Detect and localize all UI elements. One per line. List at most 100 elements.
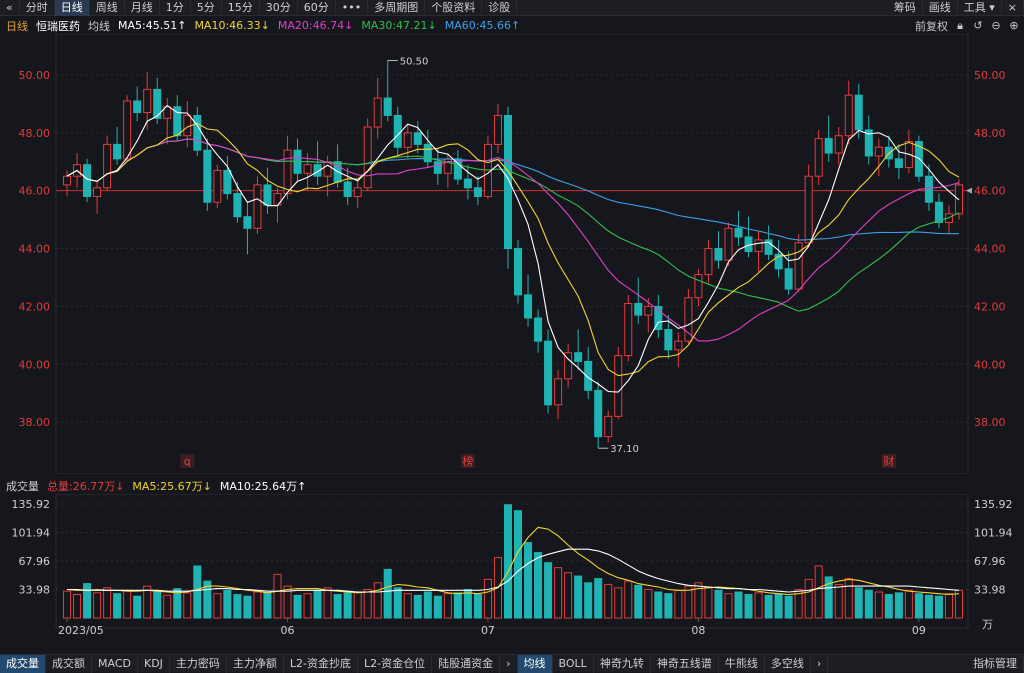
volume-bar <box>584 582 593 619</box>
volume-bar <box>554 567 563 619</box>
tab-long-short[interactable]: 多空线 <box>765 654 811 673</box>
candle-body <box>524 294 533 319</box>
volume-bar <box>243 595 252 619</box>
volume-bar <box>63 590 72 619</box>
candle-body <box>393 114 402 148</box>
candle-body <box>624 303 633 357</box>
volume-bar <box>483 578 492 619</box>
tab-5min[interactable]: 5分 <box>191 0 222 16</box>
undo-icon[interactable]: ↺ <box>972 19 984 32</box>
event-marker: 榜 <box>462 454 473 468</box>
date-label: 09 <box>912 624 926 637</box>
candle-body <box>824 138 833 154</box>
candlestick-chart[interactable]: 50.00 50.00 48.00 48.00 46.00 46.00 44.00 44.00… <box>0 34 1024 474</box>
period-label: 日线 <box>6 19 28 33</box>
candle-body <box>924 175 933 203</box>
ma-label[interactable]: 均线 <box>88 18 110 34</box>
candle-body <box>243 216 252 229</box>
tab-macd[interactable]: MACD <box>92 654 138 673</box>
candle-body <box>93 187 102 197</box>
chips-button[interactable]: 筹码 <box>888 0 923 16</box>
back-button[interactable]: « <box>0 0 20 16</box>
diagnose-button[interactable]: 诊股 <box>482 0 518 16</box>
ma10-value: MA10:46.33↓ <box>194 19 270 32</box>
tabs-more-icon[interactable]: › <box>811 654 829 673</box>
tab-intraday[interactable]: 分时 <box>20 0 55 16</box>
volume-bar <box>113 593 122 619</box>
volume-bar <box>814 565 823 619</box>
indicator-tabs: 成交量 成交额 MACD KDJ 主力密码 主力净额 L2-资金抄底 L2-资金… <box>0 654 1024 673</box>
multi-period-button[interactable]: 多周期图 <box>368 0 426 16</box>
candle-body <box>463 178 472 189</box>
candle-body <box>143 88 152 114</box>
volume-bar <box>473 594 482 619</box>
candle-body <box>133 100 142 114</box>
tab-l2-position[interactable]: L2-资金仓位 <box>358 654 433 673</box>
restore-mode-button[interactable]: 前复权 <box>915 18 948 34</box>
tab-daily[interactable]: 日线 <box>54 0 90 16</box>
volume-bar <box>223 589 232 619</box>
lock-icon[interactable]: 🔒︎ <box>954 19 966 33</box>
tab-turnover[interactable]: 成交额 <box>46 654 92 673</box>
tab-1min[interactable]: 1分 <box>160 0 191 16</box>
tab-30min[interactable]: 30分 <box>260 0 298 16</box>
zoom-out-icon[interactable]: ⊖ <box>990 19 1002 32</box>
ma20-line <box>66 138 960 342</box>
candle-body <box>894 158 903 169</box>
tab-monthly[interactable]: 月线 <box>125 0 160 16</box>
price-tick-right: 50.00 <box>974 69 1006 82</box>
tab-15min[interactable]: 15分 <box>222 0 260 16</box>
price-tick-right: 38.00 <box>974 416 1006 429</box>
price-tick-left: 40.00 <box>19 358 51 371</box>
candle-body <box>193 114 202 151</box>
candle-body <box>503 114 512 250</box>
volume-bar <box>534 552 543 619</box>
event-marker: 财 <box>883 454 894 468</box>
more-periods-button[interactable]: ••• <box>336 0 369 16</box>
tab-northbound[interactable]: 陆股通资金 <box>432 654 501 673</box>
tab-magic-nine[interactable]: 神奇九转 <box>594 654 651 673</box>
candle-body <box>63 175 72 186</box>
tab-main-net[interactable]: 主力净额 <box>227 654 284 673</box>
ma60-value: MA60:45.66↑ <box>444 19 521 32</box>
tab-bull-bear[interactable]: 牛熊线 <box>719 654 765 673</box>
tab-main-code[interactable]: 主力密码 <box>170 654 227 673</box>
volume-bar <box>323 587 332 619</box>
tab-60min[interactable]: 60分 <box>298 0 336 16</box>
volume-bar <box>413 594 422 619</box>
zoom-in-icon[interactable]: ⊕ <box>1008 19 1020 32</box>
tab-volume[interactable]: 成交量 <box>0 654 46 673</box>
tab-magic-five[interactable]: 神奇五线谱 <box>651 654 719 673</box>
indicator-manage-button[interactable]: 指标管理 <box>967 654 1024 673</box>
tabs-next-icon[interactable]: › <box>500 654 518 673</box>
volume-bar <box>604 583 613 619</box>
date-label: 06 <box>281 624 295 637</box>
volume-bar <box>834 583 843 619</box>
volume-chart[interactable]: 135.92 135.92 101.94 101.94 67.96 67.96 33.98 3… <box>0 494 1024 652</box>
volume-bar <box>343 592 352 619</box>
stock-profile-button[interactable]: 个股资料 <box>425 0 483 16</box>
tab-ma[interactable]: 均线 <box>517 654 553 673</box>
chart-controls: 前复权 🔒︎ ↺ ⊖ ⊕ <box>909 17 1020 34</box>
tab-boll[interactable]: BOLL <box>553 654 594 673</box>
volume-tick-left: 101.94 <box>12 527 51 540</box>
candle-body <box>534 317 543 342</box>
candle-body <box>554 378 563 406</box>
tools-menu[interactable]: 工具 ▾ <box>958 0 1002 16</box>
volume-bar <box>904 589 913 619</box>
candle-body <box>433 161 442 174</box>
tab-weekly[interactable]: 周线 <box>90 0 125 16</box>
candle-body <box>874 146 883 157</box>
volume-ma10: MA10:25.64万↑ <box>219 480 307 493</box>
close-icon[interactable]: × <box>1002 0 1024 16</box>
tab-kdj[interactable]: KDJ <box>138 654 170 673</box>
volume-bar <box>524 542 533 619</box>
volume-bar <box>373 582 382 619</box>
volume-bar <box>714 589 723 619</box>
volume-bar <box>724 593 733 619</box>
volume-bar <box>193 565 202 619</box>
volume-bar <box>253 591 262 619</box>
draw-line-button[interactable]: 画线 <box>923 0 958 16</box>
tab-l2-bottom[interactable]: L2-资金抄底 <box>284 654 359 673</box>
volume-bar <box>784 595 793 619</box>
